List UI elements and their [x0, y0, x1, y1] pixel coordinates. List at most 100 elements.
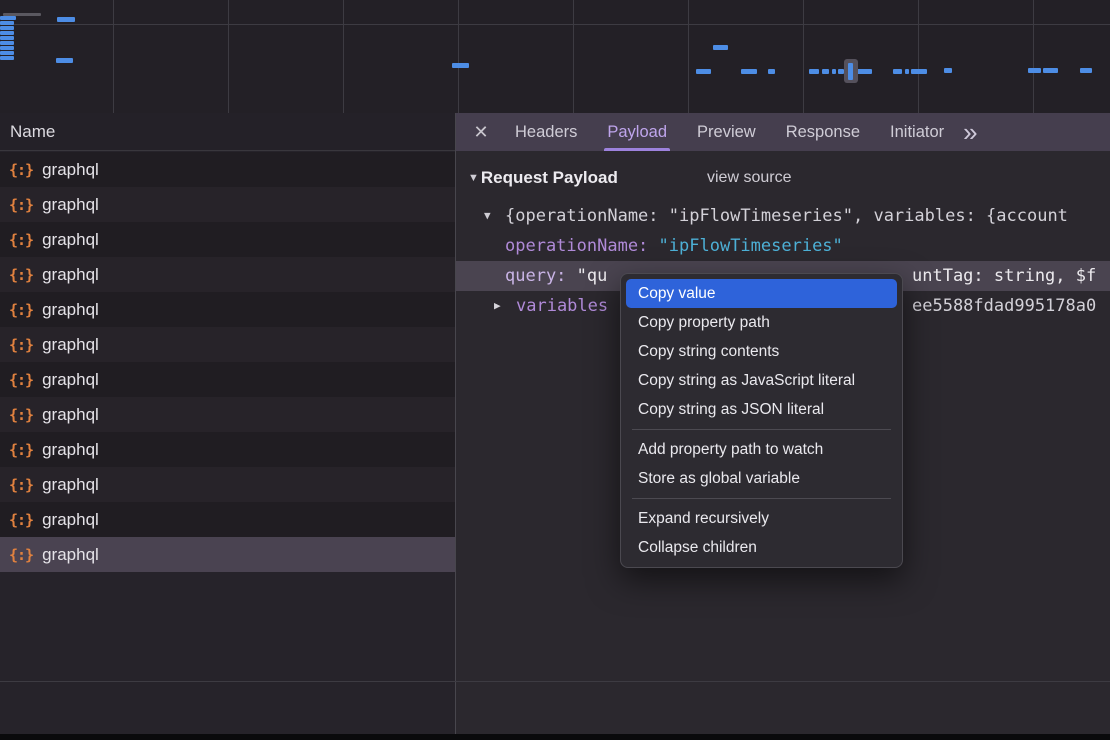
request-name-label: graphql	[42, 510, 99, 530]
waterfall-request-bar	[57, 17, 75, 22]
waterfall-request-bar	[696, 69, 711, 74]
request-name-label: graphql	[42, 265, 99, 285]
waterfall-request-bar	[857, 69, 872, 74]
network-overview-waterfall[interactable]	[0, 0, 1110, 113]
request-payload-section-header[interactable]: ▼ Request Payload	[456, 163, 618, 193]
waterfall-request-bar	[809, 69, 819, 74]
request-row[interactable]: {:} graphql	[0, 397, 455, 432]
request-row[interactable]: {:}graphql	[0, 152, 455, 187]
waterfall-gridline	[228, 0, 229, 113]
section-expand-icon[interactable]: ▼	[468, 172, 479, 184]
request-list: {:} graphql {:} graphql {:} graphql {:} graphql…	[0, 152, 455, 572]
request-name-label: graphql	[42, 335, 99, 355]
payload-object-preview: {operationName: "ipFlowTimeseries", vari…	[505, 201, 1068, 231]
menu-item-add-property-path-to-watch[interactable]: Add property path to watch	[626, 435, 897, 464]
payload-root-row[interactable]: ▼ {operationName: "ipFlowTimeseries", va…	[456, 201, 1110, 231]
waterfall-request-bar	[0, 46, 14, 50]
json-braces-icon: {:}	[9, 476, 33, 494]
json-braces-icon: {:}	[9, 546, 33, 564]
request-name-label: graphql	[42, 475, 99, 495]
request-name-label: graphql	[42, 440, 99, 460]
json-braces-icon: {:}	[9, 196, 33, 214]
waterfall-request-bar	[822, 69, 829, 74]
waterfall-request-bar	[0, 41, 14, 45]
close-details-button[interactable]: ✕	[464, 122, 498, 143]
panel-divider[interactable]	[455, 113, 456, 734]
property-key: operationName:	[505, 236, 648, 256]
waterfall-request-bar	[893, 69, 902, 74]
request-name-label: graphql	[42, 230, 99, 250]
waterfall-request-bar	[1028, 68, 1041, 73]
view-source-link[interactable]: view source	[707, 163, 791, 193]
menu-item-copy-string-as-javascript-literal[interactable]: Copy string as JavaScript literal	[626, 366, 897, 395]
waterfall-request-bar	[1080, 68, 1092, 73]
tab-preview[interactable]: Preview	[684, 113, 769, 151]
request-row[interactable]: {:}graphql	[0, 292, 455, 327]
request-row[interactable]: {:} graphql	[0, 467, 455, 502]
request-row[interactable]: {:}graphql	[0, 257, 455, 292]
waterfall-request-bar	[0, 51, 14, 55]
request-row[interactable]: {:} graphql	[0, 187, 455, 222]
menu-item-expand-recursively[interactable]: Expand recursively	[626, 504, 897, 533]
devtools-network-panel: Name {:}graphql{:}graphql{:}graphql{:}gr…	[0, 0, 1110, 740]
waterfall-gridline	[1033, 0, 1034, 113]
menu-item-collapse-children[interactable]: Collapse children	[626, 533, 897, 562]
tab-response[interactable]: Response	[773, 113, 873, 151]
waterfall-selected-marker-bar	[848, 63, 853, 80]
request-name-label: graphql	[42, 160, 99, 180]
tab-payload[interactable]: Payload	[594, 113, 680, 151]
root-expand-icon[interactable]: ▼	[484, 201, 491, 231]
menu-separator	[632, 429, 891, 430]
tab-initiator[interactable]: Initiator	[877, 113, 957, 151]
menu-item-copy-value[interactable]: Copy value	[626, 279, 897, 308]
menu-item-store-as-global-variable[interactable]: Store as global variable	[626, 464, 897, 493]
request-row[interactable]: {:}graphql	[0, 222, 455, 257]
waterfall-request-bar	[905, 69, 909, 74]
json-braces-icon: {:}	[9, 371, 33, 389]
request-row[interactable]: {:} graphql	[0, 327, 455, 362]
request-name-label: graphql	[42, 545, 99, 565]
json-braces-icon: {:}	[9, 511, 33, 529]
waterfall-request-bar	[452, 63, 469, 68]
request-row[interactable]: {:} graphql	[0, 362, 455, 397]
waterfall-gridline	[113, 0, 114, 113]
waterfall-request-bar	[741, 69, 757, 74]
property-value-continued: untTag: string, $f	[912, 261, 1096, 291]
menu-separator	[632, 498, 891, 499]
property-key: query:	[505, 266, 566, 286]
name-column-header[interactable]: Name	[0, 113, 455, 151]
waterfall-request-bar	[0, 36, 14, 40]
operation-name-row[interactable]: operationName: "ipFlowTimeseries"	[456, 231, 1110, 261]
request-name-label: graphql	[42, 195, 99, 215]
request-row[interactable]: {:}graphql	[0, 432, 455, 467]
tab-headers[interactable]: Headers	[502, 113, 590, 151]
menu-item-copy-string-contents[interactable]: Copy string contents	[626, 337, 897, 366]
json-braces-icon: {:}	[9, 336, 33, 354]
waterfall-request-bar	[0, 16, 16, 20]
window-bottom-edge	[0, 734, 1110, 740]
menu-item-copy-string-as-json-literal[interactable]: Copy string as JSON literal	[626, 395, 897, 424]
summary-bar-divider	[0, 681, 1110, 682]
waterfall-request-bar	[832, 69, 836, 74]
request-row[interactable]: {:} graphql	[0, 537, 455, 572]
waterfall-request-bar	[0, 31, 14, 35]
waterfall-request-bar	[56, 58, 73, 63]
context-menu: Copy valueCopy property pathCopy string …	[620, 273, 903, 568]
waterfall-request-bar	[1043, 68, 1058, 73]
waterfall-request-bar	[944, 68, 952, 73]
details-tabbar: ✕ HeadersPayloadPreviewResponseInitiator…	[456, 113, 1110, 151]
waterfall-gridline	[803, 0, 804, 113]
request-name-label: graphql	[42, 405, 99, 425]
waterfall-request-bar	[713, 45, 728, 50]
property-value-start: "qu	[577, 266, 608, 286]
name-column-label: Name	[10, 122, 55, 142]
waterfall-request-bar	[0, 21, 14, 25]
waterfall-request-bar	[768, 69, 775, 74]
more-tabs-icon[interactable]: »	[963, 113, 975, 151]
json-braces-icon: {:}	[9, 406, 33, 424]
menu-item-copy-property-path[interactable]: Copy property path	[626, 308, 897, 337]
request-row[interactable]: {:} graphql	[0, 502, 455, 537]
request-name-label: graphql	[42, 370, 99, 390]
variables-collapse-icon[interactable]: ▶	[494, 291, 501, 321]
json-braces-icon: {:}	[9, 301, 33, 319]
